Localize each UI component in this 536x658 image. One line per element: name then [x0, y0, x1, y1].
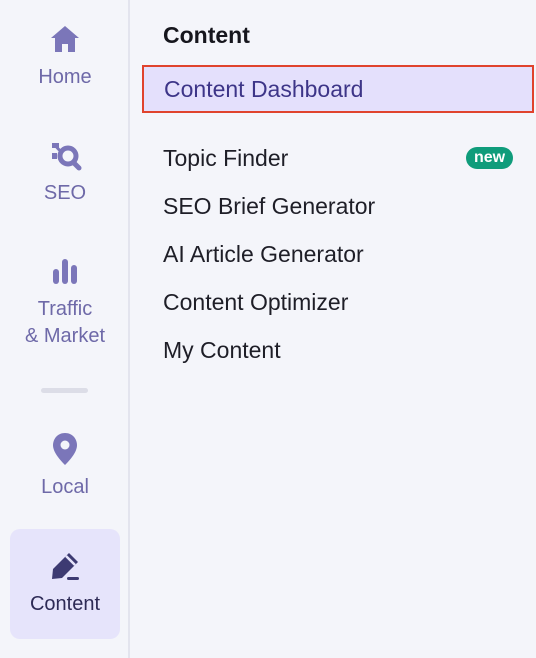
app-window: Home SEO Traffic & Market Local Content … — [0, 0, 536, 658]
rail-item-label: Traffic & Market — [25, 296, 105, 350]
bar-chart-icon — [48, 254, 82, 288]
rail-item-label: SEO — [43, 182, 87, 204]
rail-item-local[interactable]: Local — [10, 432, 120, 501]
pen-icon — [48, 549, 82, 583]
menu-item-seo-brief-generator[interactable]: SEO Brief Generator — [163, 191, 513, 221]
rail-item-traffic-market[interactable]: Traffic & Market — [10, 254, 120, 350]
rail-item-seo[interactable]: SEO — [10, 138, 120, 207]
panel-title: Content — [163, 22, 250, 48]
rail-divider — [41, 388, 88, 393]
rail-label-line: & Market — [24, 325, 106, 347]
menu-item-content-dashboard[interactable]: Content Dashboard — [142, 65, 534, 113]
seo-icon — [48, 138, 82, 172]
menu-item-ai-article-generator[interactable]: AI Article Generator — [163, 239, 513, 269]
rail-item-home[interactable]: Home — [10, 22, 120, 91]
submenu-panel: Content Content Dashboard Topic Finder n… — [132, 0, 536, 658]
new-badge: new — [466, 147, 514, 169]
menu-item-my-content[interactable]: My Content — [163, 335, 513, 365]
home-icon — [48, 22, 82, 56]
rail-label-line: Traffic — [37, 298, 93, 320]
rail-item-label: Local — [41, 476, 89, 498]
left-rail: Home SEO Traffic & Market Local Content — [0, 0, 130, 658]
rail-item-label: Content — [29, 593, 101, 615]
rail-item-content[interactable]: Content — [10, 529, 120, 639]
menu-item-topic-finder[interactable]: Topic Finder — [163, 143, 513, 173]
map-pin-icon — [48, 432, 82, 466]
rail-item-label: Home — [38, 66, 92, 88]
menu-item-content-optimizer[interactable]: Content Optimizer — [163, 287, 513, 317]
